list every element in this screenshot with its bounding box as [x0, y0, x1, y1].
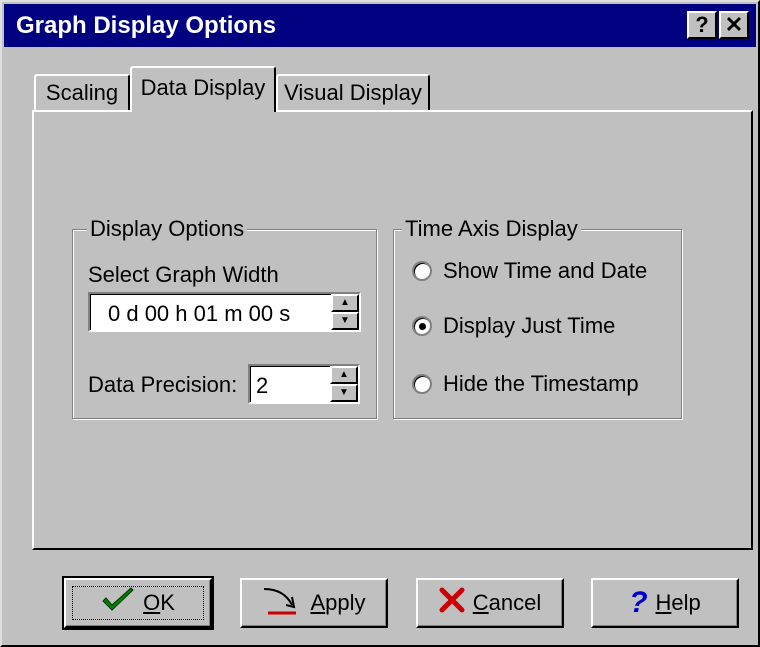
title-bar[interactable]: Graph Display Options ? ✕ — [4, 4, 756, 47]
radio-label-just-time: Display Just Time — [443, 313, 616, 338]
red-x-icon — [439, 587, 465, 619]
apply-arrow-icon — [262, 585, 302, 621]
spin-up-button[interactable]: ▲ — [331, 294, 359, 312]
tab-label: Visual Display — [284, 80, 422, 105]
question-mark-icon: ? — [629, 586, 648, 619]
arrow-up-icon: ▲ — [339, 369, 349, 380]
radio-label-hide-timestamp: Hide the Timestamp — [443, 371, 639, 396]
spin-up-button[interactable]: ▲ — [330, 366, 358, 384]
graph-width-label: Select Graph Width — [88, 262, 279, 287]
tab-data-display[interactable]: Data Display — [130, 66, 276, 112]
time-axis-title: Time Axis Display — [402, 216, 581, 242]
help-label: Help — [655, 590, 701, 615]
graph-width-spin-buttons: ▲ ▼ — [331, 294, 359, 330]
precision-value: 2 — [256, 373, 269, 398]
display-options-title: Display Options — [87, 216, 248, 242]
tab-label: Data Display — [140, 75, 266, 100]
active-tab-join — [134, 110, 274, 113]
tab-scaling[interactable]: Scaling — [34, 74, 130, 110]
apply-label: Apply — [310, 590, 366, 615]
radio-selected-dot — [419, 323, 426, 330]
precision-spinner[interactable]: 2 ▲ ▼ — [248, 364, 360, 404]
help-button[interactable]: ? Help — [591, 578, 739, 628]
spin-down-button[interactable]: ▼ — [331, 312, 359, 330]
radio-just-time[interactable] — [412, 316, 432, 336]
cancel-label: Cancel — [472, 590, 542, 615]
apply-button[interactable]: Apply — [240, 578, 388, 628]
tab-label: Scaling — [45, 80, 119, 105]
radio-hide-timestamp[interactable] — [412, 374, 432, 394]
ok-button[interactable]: OK — [62, 576, 214, 630]
graph-width-value: 0 d 00 h 01 m 00 s — [108, 301, 291, 326]
precision-spin-buttons: ▲ ▼ — [330, 366, 358, 402]
focus-rect — [72, 586, 204, 620]
graph-width-spinner[interactable]: 0 d 00 h 01 m 00 s ▲ ▼ — [88, 292, 361, 332]
spin-down-button[interactable]: ▼ — [330, 384, 358, 402]
tab-visual-display[interactable]: Visual Display — [276, 74, 430, 110]
window-title: Graph Display Options — [16, 12, 277, 39]
arrow-up-icon: ▲ — [340, 297, 350, 308]
arrow-down-icon: ▼ — [339, 387, 349, 398]
radio-label-show-time-date: Show Time and Date — [443, 258, 648, 283]
cancel-button[interactable]: Cancel — [416, 578, 564, 628]
precision-label: Data Precision: — [88, 372, 238, 397]
graph-display-options-dialog: Graph Display Options ? ✕ Scaling Data D… — [0, 0, 760, 647]
close-button[interactable]: ✕ — [719, 11, 749, 39]
radio-show-time-date[interactable] — [412, 261, 432, 281]
arrow-down-icon: ▼ — [340, 315, 350, 326]
help-title-button[interactable]: ? — [687, 11, 717, 39]
